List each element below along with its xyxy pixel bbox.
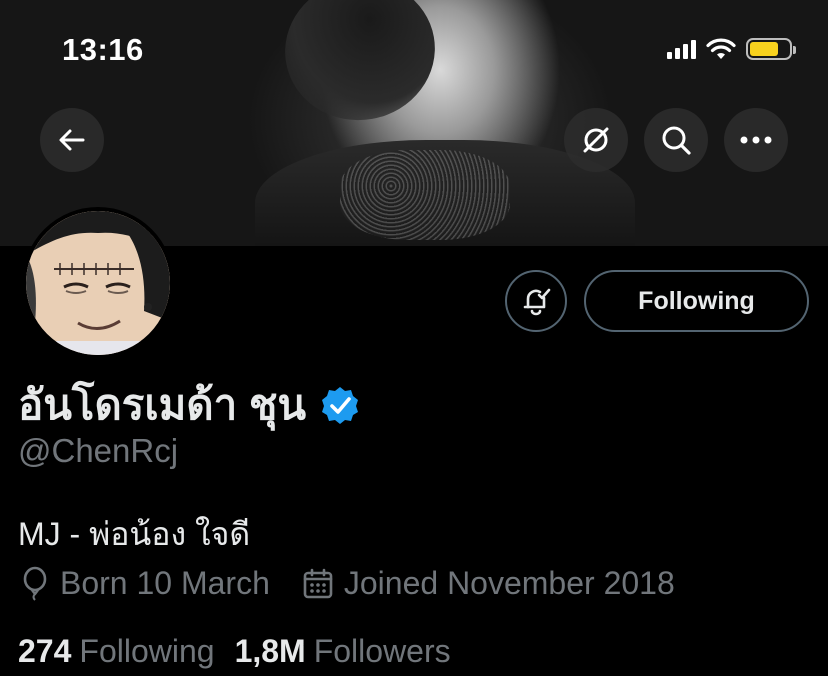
joined-text: Joined November 2018	[343, 565, 675, 601]
verified-badge-icon[interactable]	[320, 385, 360, 425]
battery-icon	[746, 38, 796, 60]
banner-photo-hair	[273, 0, 447, 132]
profile-handle: @ChenRcj	[18, 432, 179, 469]
notifications-toggle-button[interactable]	[505, 270, 567, 332]
grok-button[interactable]	[564, 108, 628, 172]
more-horizontal-icon	[740, 136, 772, 144]
profile-bio: MJ - พ่อน้อง ใจดี	[18, 516, 251, 552]
bell-icon	[523, 288, 551, 316]
following-label: Following	[79, 633, 215, 669]
followers-stat-link[interactable]: 1,8M Followers	[235, 633, 451, 670]
status-time: 13:16	[62, 32, 144, 67]
arrow-left-icon	[59, 129, 85, 151]
profile-meta: Born 10 March Joined November 2018	[20, 565, 675, 602]
followers-count: 1,8M	[234, 633, 306, 669]
avatar-illustration	[26, 211, 170, 355]
balloon-icon	[23, 566, 47, 601]
banner-photo-sequins	[340, 150, 510, 240]
followers-label: Followers	[313, 633, 451, 669]
grok-icon	[583, 127, 609, 153]
search-icon	[662, 126, 691, 155]
status-icons	[667, 36, 796, 62]
calendar-icon	[303, 568, 333, 598]
birthday-item: Born 10 March	[20, 565, 270, 602]
search-button[interactable]	[644, 108, 708, 172]
battery-level	[750, 42, 778, 56]
wifi-icon	[706, 38, 736, 59]
back-button[interactable]	[40, 108, 104, 172]
follow-stats: 274 Following 1,8M Followers	[18, 633, 451, 670]
cellular-signal-icon	[667, 39, 696, 59]
more-button[interactable]	[724, 108, 788, 172]
joined-item: Joined November 2018	[302, 565, 675, 602]
birthday-text: Born 10 March	[60, 565, 270, 601]
following-count: 274	[18, 633, 72, 669]
following-button[interactable]: Following	[584, 270, 809, 332]
following-stat-link[interactable]: 274 Following	[18, 633, 215, 670]
name-row: อันโดรเมด้า ชุน	[18, 372, 360, 438]
avatar[interactable]	[22, 207, 174, 359]
display-name: อันโดรเมด้า ชุน	[18, 381, 307, 428]
